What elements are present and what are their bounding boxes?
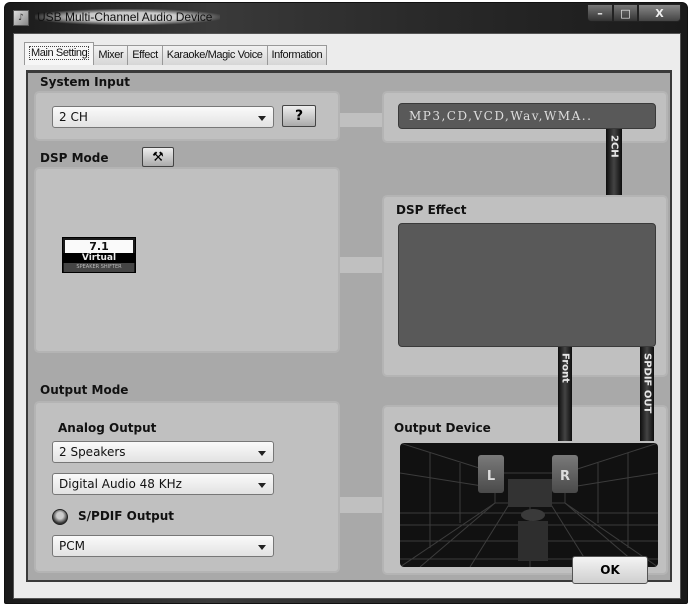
app-window: ♪ USB Multi-Channel Audio Device – □ X M…: [4, 2, 688, 604]
close-button[interactable]: X: [638, 4, 681, 22]
analog-output-label: Analog Output: [58, 421, 157, 435]
main-setting-panel: System Input 2 CH ? MP3,CD,VCD,Wav,WMA..…: [26, 70, 672, 582]
output-mode-label: Output Mode: [40, 383, 129, 397]
chevron-down-icon: [258, 451, 266, 456]
badge-middle: Virtual: [63, 253, 135, 263]
speaker-room-view[interactable]: L R: [400, 443, 658, 567]
dsp-effect-display[interactable]: [398, 223, 656, 347]
spdif-format-dropdown[interactable]: PCM: [52, 535, 274, 557]
spdif-out-strip: SPDIF OUT: [640, 347, 654, 441]
caption-buttons: – □ X: [587, 4, 681, 22]
spdif-toggle[interactable]: [52, 509, 68, 525]
dsp-effect-box: DSP Effect: [382, 195, 668, 377]
tab-mixer[interactable]: Mixer: [93, 45, 129, 65]
system-input-dropdown[interactable]: 2 CH: [52, 106, 274, 128]
dsp-mode-box: 7.1 Virtual SPEAKER SHIFTER: [34, 167, 340, 353]
app-icon: ♪: [13, 10, 29, 26]
speaker-left-label: L: [486, 469, 496, 484]
room-grid: [400, 443, 658, 567]
dsp-mode-tool-button[interactable]: ⚒: [142, 147, 174, 167]
system-input-box: 2 CH ?: [34, 91, 340, 141]
dsp-mode-label: DSP Mode: [40, 151, 109, 165]
dropdown-value: Digital Audio 48 KHz: [59, 477, 182, 491]
badge-top: 7.1: [65, 240, 133, 253]
channel-strip-2ch: 2CH: [606, 129, 622, 199]
output-mode-box: Analog Output 2 Speakers Digital Audio 4…: [34, 401, 340, 573]
output-device-label: Output Device: [394, 421, 491, 435]
speakers-dropdown[interactable]: 2 Speakers: [52, 441, 274, 463]
tab-main-setting[interactable]: Main Setting: [24, 42, 95, 65]
dropdown-value: PCM: [59, 539, 85, 553]
spdif-output-label: S/PDIF Output: [78, 509, 174, 523]
dsp-effect-label: DSP Effect: [396, 203, 467, 217]
chevron-down-icon: [258, 483, 266, 488]
title-bar[interactable]: ♪ USB Multi-Channel Audio Device – □ X: [5, 3, 687, 33]
tab-label: Main Setting: [29, 46, 90, 60]
virtual-7-1-badge[interactable]: 7.1 Virtual SPEAKER SHIFTER: [62, 237, 136, 273]
help-button[interactable]: ?: [282, 105, 316, 127]
dropdown-value: 2 Speakers: [59, 445, 126, 459]
ok-button[interactable]: OK: [572, 556, 648, 584]
source-formats-display: MP3,CD,VCD,Wav,WMA..: [398, 103, 656, 129]
chevron-down-icon: [258, 545, 266, 550]
tab-bar: Main Setting Mixer Effect Karaoke/Magic …: [24, 42, 328, 65]
window-title: USB Multi-Channel Audio Device: [35, 9, 221, 25]
tab-karaoke-magic-voice[interactable]: Karaoke/Magic Voice: [161, 45, 268, 65]
chevron-down-icon: [258, 116, 266, 121]
hammer-icon: ⚒: [152, 149, 164, 165]
minimize-button[interactable]: –: [587, 4, 613, 22]
source-box: MP3,CD,VCD,Wav,WMA..: [382, 91, 668, 143]
speaker-right-label: R: [559, 469, 570, 484]
maximize-button[interactable]: □: [613, 4, 638, 22]
speaker-right[interactable]: R: [552, 455, 578, 493]
system-input-label: System Input: [40, 75, 131, 89]
tab-information[interactable]: Information: [266, 45, 328, 65]
dropdown-value: 2 CH: [59, 110, 88, 124]
dialog-client: Main Setting Mixer Effect Karaoke/Magic …: [13, 33, 681, 599]
front-strip: Front: [558, 347, 572, 441]
output-device-box: Output Device L R: [382, 405, 668, 575]
sample-rate-dropdown[interactable]: Digital Audio 48 KHz: [52, 473, 274, 495]
tab-effect[interactable]: Effect: [127, 45, 163, 65]
speaker-left[interactable]: L: [478, 455, 504, 493]
badge-bottom: SPEAKER SHIFTER: [64, 263, 134, 272]
